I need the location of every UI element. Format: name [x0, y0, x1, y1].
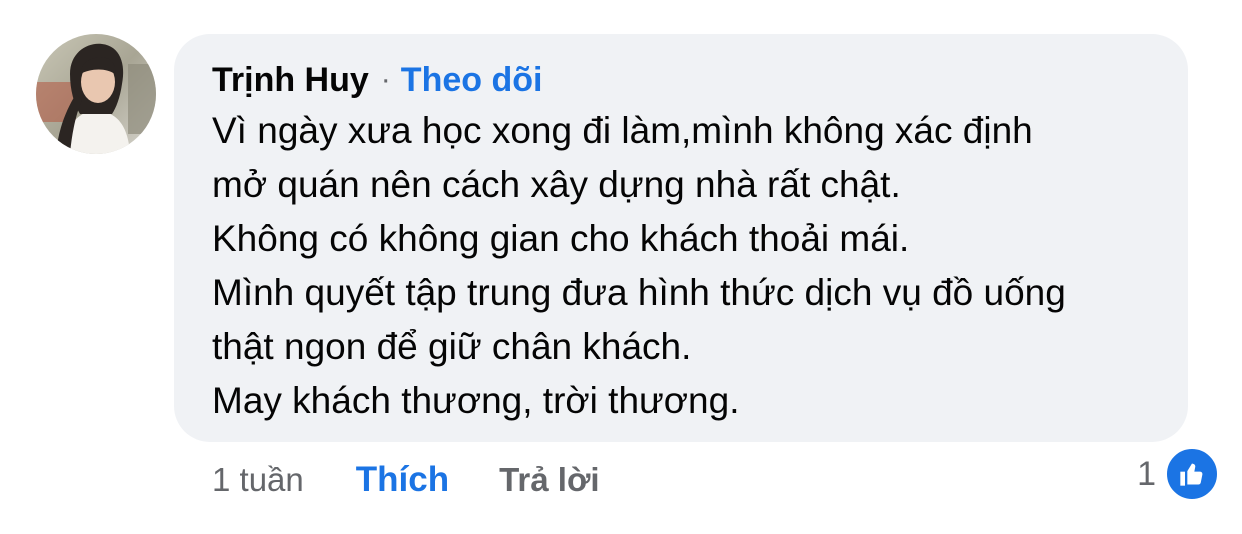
comment-line: Không có không gian cho khách thoải mái. [212, 218, 910, 259]
separator-dot: · [380, 63, 391, 96]
comment-text: Vì ngày xưa học xong đi làm,mình không x… [212, 104, 1172, 428]
avatar[interactable] [36, 34, 156, 154]
reactions-summary[interactable]: 1 [1137, 446, 1220, 502]
comment-actions: 1 tuần Thích Trả lời [212, 456, 600, 504]
thumbs-up-icon [1164, 446, 1220, 502]
comment-line: mở quán nên cách xây dựng nhà rất chật. [212, 164, 901, 205]
author-name[interactable]: Trịnh Huy [212, 61, 369, 100]
timestamp[interactable]: 1 tuần [212, 461, 304, 499]
follow-button[interactable]: Theo dõi [401, 61, 543, 100]
like-button[interactable]: Thích [356, 460, 449, 500]
comment-line: Mình quyết tập trung đưa hình thức dịch … [212, 272, 1066, 313]
reaction-count: 1 [1137, 454, 1156, 493]
comment-bubble: Trịnh Huy · Theo dõi Vì ngày xưa học xon… [174, 34, 1188, 442]
comment: Trịnh Huy · Theo dõi Vì ngày xưa học xon… [0, 0, 1242, 534]
comment-line: May khách thương, trời thương. [212, 380, 740, 421]
comment-line: thật ngon để giữ chân khách. [212, 326, 692, 367]
comment-header: Trịnh Huy · Theo dõi [212, 58, 542, 102]
avatar-photo [36, 34, 156, 154]
reply-button[interactable]: Trả lời [499, 461, 600, 499]
comment-line: Vì ngày xưa học xong đi làm,mình không x… [212, 110, 1033, 151]
